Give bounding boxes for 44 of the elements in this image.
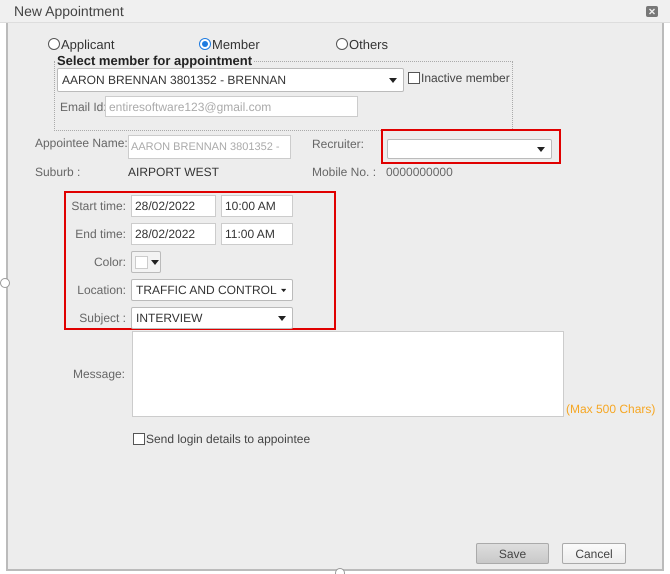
radio-label: Others: [349, 36, 388, 52]
field-label: Mobile No. :: [312, 165, 378, 179]
cancel-button[interactable]: Cancel: [562, 543, 626, 564]
field-label: Recruiter:: [312, 137, 366, 151]
field-label: Subject :: [78, 311, 126, 325]
caret-icon: [280, 288, 286, 292]
location-dropdown[interactable]: TRAFFIC AND CONTROL: [131, 279, 293, 301]
mobile-value: 0000000000: [386, 165, 453, 179]
caret-icon: [537, 146, 545, 152]
caret-icon: [278, 316, 286, 320]
suburb-value: AIRPORT WEST: [128, 165, 220, 179]
field-label: Email Id:: [60, 100, 105, 114]
resize-handle[interactable]: [0, 278, 10, 288]
caret-icon: [389, 78, 397, 82]
subject-dropdown[interactable]: INTERVIEW: [131, 307, 293, 329]
character-limit-hint: (Max 500 Chars): [566, 402, 656, 416]
field-label: Location:: [76, 283, 126, 297]
radio-label: Member: [212, 36, 260, 52]
save-button[interactable]: Save: [476, 543, 549, 564]
close-icon[interactable]: [646, 6, 658, 16]
checkbox-label: Inactive member: [421, 71, 510, 85]
field-label: Message:: [72, 367, 125, 381]
caret-icon: [151, 260, 159, 264]
field-label: Color:: [92, 255, 126, 269]
time-field[interactable]: 10:00 AM: [221, 195, 293, 217]
color-picker[interactable]: [131, 251, 161, 273]
member-dropdown[interactable]: AARON BRENNAN 3801352 - BRENNAN: [57, 68, 404, 92]
checkbox-label: Send login details to appointee: [146, 432, 310, 446]
radio-label: Applicant: [61, 36, 114, 52]
checkbox[interactable]: [133, 433, 145, 445]
radio-button[interactable]: [336, 38, 348, 50]
date-field[interactable]: 28/02/2022: [131, 223, 216, 245]
date-field[interactable]: 28/02/2022: [131, 195, 216, 217]
checkbox[interactable]: [408, 72, 420, 84]
field-label: Suburb :: [35, 165, 82, 179]
window-title: New Appointment: [14, 3, 125, 19]
field-label: End time:: [74, 227, 126, 241]
group-title: Select member for appointment: [56, 54, 254, 68]
time-field[interactable]: 11:00 AM: [221, 223, 293, 245]
message-field[interactable]: [132, 331, 564, 417]
radio-button[interactable]: [199, 38, 211, 50]
radio-button[interactable]: [48, 38, 60, 50]
field-label: Appointee Name:: [35, 136, 128, 150]
field-label: Start time:: [70, 199, 126, 213]
